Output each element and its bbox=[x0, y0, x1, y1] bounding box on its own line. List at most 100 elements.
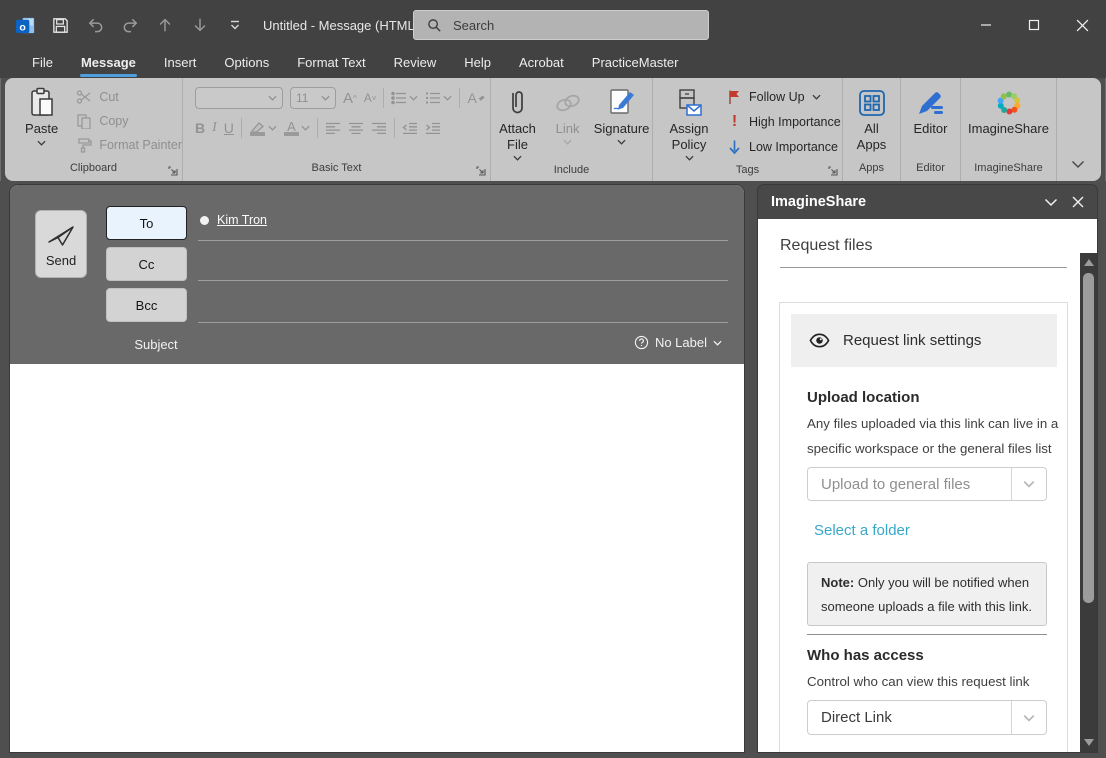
note-label: Note: bbox=[821, 575, 854, 590]
tab-review[interactable]: Review bbox=[380, 50, 451, 78]
notification-note: Note: Only you will be notified when som… bbox=[807, 562, 1047, 626]
message-body[interactable] bbox=[10, 364, 744, 752]
bold-button[interactable]: B bbox=[195, 120, 205, 136]
paste-button[interactable]: Paste bbox=[21, 85, 62, 146]
shrink-font-button[interactable]: A˅ bbox=[364, 91, 377, 105]
assign-policy-icon bbox=[675, 85, 703, 121]
editor-button[interactable]: Editor bbox=[906, 85, 956, 137]
dropdown-chevron-icon bbox=[1011, 468, 1046, 500]
to-field[interactable] bbox=[198, 240, 728, 241]
cc-button[interactable]: Cc bbox=[106, 247, 187, 281]
imagineshare-pinwheel-icon bbox=[994, 85, 1024, 121]
tab-practicemaster[interactable]: PracticeMaster bbox=[578, 50, 693, 78]
clear-formatting-button[interactable]: A bbox=[467, 90, 485, 106]
pane-collapse-chevron-icon[interactable] bbox=[1044, 198, 1058, 207]
select-folder-link[interactable]: Select a folder bbox=[814, 522, 910, 539]
tab-file[interactable]: File bbox=[18, 50, 67, 78]
recipient-chip[interactable]: Kim Tron bbox=[200, 213, 267, 227]
minimize-button[interactable] bbox=[962, 0, 1010, 50]
close-button[interactable] bbox=[1058, 0, 1106, 50]
send-button[interactable]: Send bbox=[35, 210, 87, 278]
pane-close-icon[interactable] bbox=[1072, 196, 1084, 208]
bcc-button[interactable]: Bcc bbox=[106, 288, 187, 322]
copy-button[interactable]: Copy bbox=[76, 111, 182, 130]
all-apps-button[interactable]: All Apps bbox=[849, 85, 895, 153]
format-painter-button[interactable]: Format Painter bbox=[76, 135, 182, 154]
redo-button[interactable] bbox=[118, 13, 142, 37]
subject-field[interactable]: Subject bbox=[122, 337, 190, 352]
search-input[interactable]: Search bbox=[413, 10, 709, 40]
tab-insert[interactable]: Insert bbox=[150, 50, 211, 78]
tab-message[interactable]: Message bbox=[67, 50, 150, 78]
recipient-name[interactable]: Kim Tron bbox=[217, 213, 267, 227]
envelope-header: Send To Cc Bcc Kim Tron Subject No Label bbox=[10, 185, 744, 364]
decrease-indent-button[interactable] bbox=[402, 122, 418, 135]
scrollbar-thumb[interactable] bbox=[1083, 273, 1094, 603]
bcc-field[interactable] bbox=[198, 322, 728, 323]
high-importance-button[interactable]: ! High Importance bbox=[727, 112, 841, 131]
font-color-button[interactable]: A bbox=[284, 121, 310, 136]
imagineshare-button[interactable]: ImagineShare bbox=[963, 85, 1055, 137]
ribbon-group-include: Attach File Link Signature Include bbox=[491, 78, 653, 181]
tags-dialog-launcher-icon[interactable] bbox=[828, 166, 838, 176]
quick-access-toolbar: o bbox=[0, 13, 247, 37]
underline-button[interactable]: U bbox=[224, 120, 234, 136]
tab-help[interactable]: Help bbox=[450, 50, 505, 78]
outlook-app-icon: o bbox=[13, 13, 37, 37]
paste-dropdown-chevron bbox=[37, 140, 46, 146]
align-left-button[interactable] bbox=[325, 122, 341, 135]
move-up-button[interactable] bbox=[153, 13, 177, 37]
presence-dot-icon bbox=[200, 216, 209, 225]
link-button[interactable]: Link bbox=[546, 85, 589, 145]
low-importance-button[interactable]: Low Importance bbox=[727, 137, 841, 156]
pane-heading: Request files bbox=[780, 237, 873, 255]
align-center-button[interactable] bbox=[348, 122, 364, 135]
tab-acrobat[interactable]: Acrobat bbox=[505, 50, 578, 78]
customize-quick-access-icon[interactable] bbox=[223, 13, 247, 37]
maximize-button[interactable] bbox=[1010, 0, 1058, 50]
ribbon-group-basic-text: 11 A^ A˅ A B I U A bbox=[183, 78, 491, 181]
text-highlight-button[interactable] bbox=[249, 120, 277, 136]
save-button[interactable] bbox=[48, 13, 72, 37]
section-divider bbox=[807, 634, 1047, 635]
request-link-settings-header[interactable]: Request link settings bbox=[791, 314, 1057, 367]
paperclip-icon bbox=[506, 85, 528, 121]
undo-button[interactable] bbox=[83, 13, 107, 37]
assign-policy-button[interactable]: Assign Policy bbox=[661, 85, 717, 161]
clipboard-dialog-launcher-icon[interactable] bbox=[168, 166, 178, 176]
sensitivity-label-control[interactable]: No Label bbox=[634, 335, 722, 350]
font-size-select[interactable]: 11 bbox=[290, 87, 336, 109]
move-down-button[interactable] bbox=[188, 13, 212, 37]
font-name-select[interactable] bbox=[195, 87, 283, 109]
search-icon bbox=[427, 18, 442, 33]
sensitivity-chevron-icon bbox=[713, 340, 722, 346]
follow-up-button[interactable]: Follow Up bbox=[727, 87, 841, 106]
attach-file-button[interactable]: Attach File bbox=[491, 85, 544, 161]
to-button[interactable]: To bbox=[106, 206, 187, 240]
scroll-down-icon[interactable] bbox=[1084, 739, 1094, 746]
collapse-ribbon-chevron-icon[interactable] bbox=[1071, 160, 1085, 169]
who-has-access-heading: Who has access bbox=[807, 647, 924, 664]
pane-scrollbar[interactable] bbox=[1080, 253, 1097, 752]
all-apps-icon bbox=[857, 85, 887, 121]
increase-indent-button[interactable] bbox=[425, 122, 441, 135]
signature-button[interactable]: Signature bbox=[591, 85, 652, 145]
ribbon-group-clipboard: Paste Cut Copy Format Painter bbox=[5, 78, 183, 181]
tab-options[interactable]: Options bbox=[210, 50, 283, 78]
ribbon: Paste Cut Copy Format Painter bbox=[5, 78, 1101, 181]
cc-field[interactable] bbox=[198, 280, 728, 281]
italic-button[interactable]: I bbox=[212, 120, 217, 136]
cut-button[interactable]: Cut bbox=[76, 87, 182, 106]
ribbon-spacer bbox=[1057, 78, 1101, 181]
align-right-button[interactable] bbox=[371, 122, 387, 135]
tab-format-text[interactable]: Format Text bbox=[283, 50, 379, 78]
access-select[interactable]: Direct Link bbox=[807, 700, 1047, 735]
search-placeholder: Search bbox=[453, 18, 494, 33]
basic-text-dialog-launcher-icon[interactable] bbox=[476, 166, 486, 176]
workspace: Send To Cc Bcc Kim Tron Subject No Label bbox=[0, 181, 1106, 758]
upload-location-select[interactable]: Upload to general files bbox=[807, 467, 1047, 501]
grow-font-button[interactable]: A^ bbox=[343, 90, 357, 107]
bullet-list-button[interactable] bbox=[391, 91, 418, 105]
numbered-list-button[interactable] bbox=[425, 91, 452, 105]
scroll-up-icon[interactable] bbox=[1084, 259, 1094, 266]
